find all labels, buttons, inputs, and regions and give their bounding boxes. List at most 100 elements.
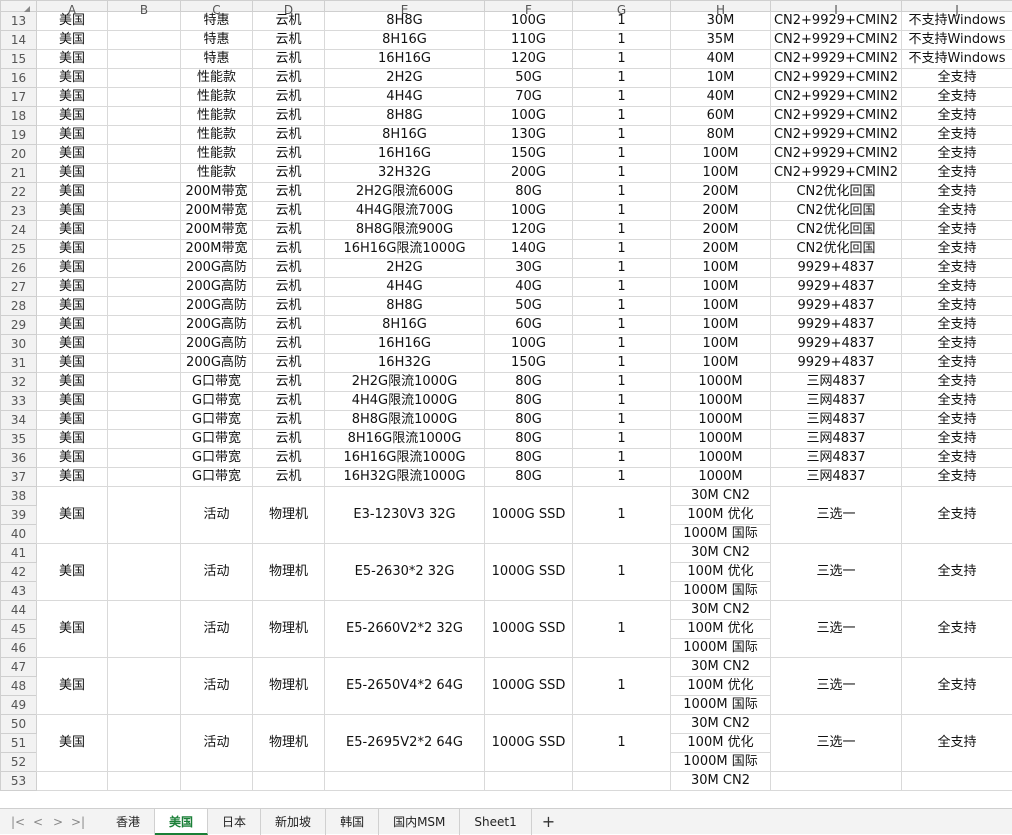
cell-A[interactable]: 美国: [37, 373, 108, 392]
cell-H[interactable]: 100M: [671, 278, 771, 297]
cell-G[interactable]: 1: [573, 183, 671, 202]
cell-J[interactable]: 全支持: [902, 468, 1012, 487]
cell-E[interactable]: 4H4G限流1000G: [325, 392, 485, 411]
cell-E[interactable]: 4H4G限流700G: [325, 202, 485, 221]
cell-E[interactable]: 2H2G: [325, 69, 485, 88]
cell-D[interactable]: 云机: [253, 354, 325, 373]
cell-J[interactable]: 全支持: [902, 221, 1012, 240]
cell-E[interactable]: 16H32G限流1000G: [325, 468, 485, 487]
cell-A[interactable]: 美国: [37, 221, 108, 240]
cell-D-merged[interactable]: 物理机: [253, 544, 325, 601]
cell-H[interactable]: 40M: [671, 50, 771, 69]
cell-I-merged[interactable]: 三选一: [771, 658, 902, 715]
cell-G[interactable]: 1: [573, 221, 671, 240]
cell-G[interactable]: 1: [573, 278, 671, 297]
cell-H[interactable]: 1000M: [671, 392, 771, 411]
cell-E[interactable]: 8H8G: [325, 297, 485, 316]
cell-J[interactable]: 全支持: [902, 335, 1012, 354]
cell-J[interactable]: 不支持Windows: [902, 31, 1012, 50]
cell-E[interactable]: 2H2G限流600G: [325, 183, 485, 202]
cell-I[interactable]: 9929+4837: [771, 354, 902, 373]
cell-B-merged[interactable]: [108, 487, 181, 544]
cell-B[interactable]: [108, 88, 181, 107]
cell-B[interactable]: [108, 240, 181, 259]
row-header[interactable]: 42: [1, 563, 37, 582]
cell-I[interactable]: 9929+4837: [771, 316, 902, 335]
cell-D-merged[interactable]: 物理机: [253, 658, 325, 715]
sheet-tab-日本[interactable]: 日本: [208, 809, 261, 835]
cell-I[interactable]: CN2+9929+CMIN2: [771, 50, 902, 69]
cell-J[interactable]: 全支持: [902, 240, 1012, 259]
row-header[interactable]: 20: [1, 145, 37, 164]
cell-F[interactable]: 80G: [485, 430, 573, 449]
cell-I[interactable]: 9929+4837: [771, 259, 902, 278]
cell-H[interactable]: 100M: [671, 259, 771, 278]
cell-H[interactable]: 30M CN2: [671, 544, 771, 563]
row-header[interactable]: 39: [1, 506, 37, 525]
cell-A[interactable]: 美国: [37, 411, 108, 430]
cell-B-merged[interactable]: [108, 715, 181, 772]
row-header[interactable]: 37: [1, 468, 37, 487]
cell-G[interactable]: 1: [573, 31, 671, 50]
cell-C[interactable]: 性能款: [181, 88, 253, 107]
cell-A[interactable]: 美国: [37, 354, 108, 373]
cell-F[interactable]: 120G: [485, 50, 573, 69]
cell-I[interactable]: [771, 772, 902, 791]
column-header-J[interactable]: J: [902, 1, 1012, 12]
cell-J[interactable]: 全支持: [902, 354, 1012, 373]
cell-C-merged[interactable]: 活动: [181, 715, 253, 772]
cell-G[interactable]: 1: [573, 69, 671, 88]
cell-B[interactable]: [108, 221, 181, 240]
cell-C[interactable]: 200G高防: [181, 335, 253, 354]
cell-H[interactable]: 200M: [671, 240, 771, 259]
cell-B[interactable]: [108, 164, 181, 183]
cell-E[interactable]: 32H32G: [325, 164, 485, 183]
cell-J-merged[interactable]: 全支持: [902, 544, 1012, 601]
cell-H[interactable]: 100M 优化: [671, 506, 771, 525]
cell-F[interactable]: 150G: [485, 354, 573, 373]
row-header[interactable]: 14: [1, 31, 37, 50]
cell-F[interactable]: 150G: [485, 145, 573, 164]
cell-B[interactable]: [108, 392, 181, 411]
cell-H[interactable]: 1000M: [671, 373, 771, 392]
cell-C-merged[interactable]: 活动: [181, 544, 253, 601]
cell-C[interactable]: 200M带宽: [181, 183, 253, 202]
cell-H[interactable]: 1000M 国际: [671, 582, 771, 601]
cell-E-merged[interactable]: E5-2695V2*2 64G: [325, 715, 485, 772]
cell-A[interactable]: 美国: [37, 430, 108, 449]
cell-F[interactable]: 80G: [485, 449, 573, 468]
cell-F[interactable]: 110G: [485, 31, 573, 50]
row-header[interactable]: 25: [1, 240, 37, 259]
cell-C[interactable]: G口带宽: [181, 392, 253, 411]
cell-E[interactable]: 8H16G限流1000G: [325, 430, 485, 449]
cell-F[interactable]: 80G: [485, 468, 573, 487]
row-header[interactable]: 18: [1, 107, 37, 126]
cell-F[interactable]: 140G: [485, 240, 573, 259]
cell-B[interactable]: [108, 430, 181, 449]
cell-A[interactable]: 美国: [37, 297, 108, 316]
cell-G[interactable]: 1: [573, 259, 671, 278]
cell-B[interactable]: [108, 202, 181, 221]
cell-F[interactable]: 80G: [485, 183, 573, 202]
cell-D[interactable]: 云机: [253, 297, 325, 316]
cell-D[interactable]: 云机: [253, 449, 325, 468]
cell-A[interactable]: 美国: [37, 468, 108, 487]
column-header-F[interactable]: F: [485, 1, 573, 12]
cell-H[interactable]: 40M: [671, 88, 771, 107]
cell-B[interactable]: [108, 373, 181, 392]
cell-B-merged[interactable]: [108, 601, 181, 658]
row-header[interactable]: 17: [1, 88, 37, 107]
cell-B[interactable]: [108, 107, 181, 126]
cell-G-merged[interactable]: 1: [573, 544, 671, 601]
cell-A[interactable]: 美国: [37, 164, 108, 183]
cell-D[interactable]: 云机: [253, 240, 325, 259]
cell-C[interactable]: 特惠: [181, 31, 253, 50]
cell-G[interactable]: 1: [573, 373, 671, 392]
cell-D-merged[interactable]: 物理机: [253, 487, 325, 544]
row-header[interactable]: 30: [1, 335, 37, 354]
cell-A[interactable]: 美国: [37, 335, 108, 354]
cell-E[interactable]: 16H16G限流1000G: [325, 449, 485, 468]
cell-F-merged[interactable]: 1000G SSD: [485, 658, 573, 715]
cell-D-merged[interactable]: 物理机: [253, 715, 325, 772]
cell-G[interactable]: 1: [573, 354, 671, 373]
